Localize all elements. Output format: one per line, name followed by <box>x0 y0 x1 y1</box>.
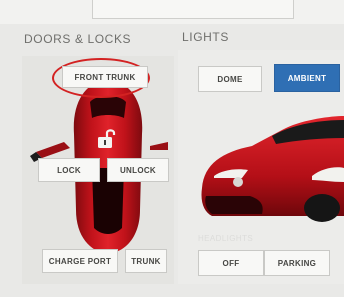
headlights-off-button[interactable]: OFF <box>198 250 264 276</box>
headlights-parking-button[interactable]: PARKING <box>264 250 330 276</box>
headlights-heading: HEADLIGHTS <box>198 234 254 243</box>
car-controls-screen: DOORS & LOCKS LIGHTS FRONT TRUNK LOCK UN… <box>0 0 344 297</box>
